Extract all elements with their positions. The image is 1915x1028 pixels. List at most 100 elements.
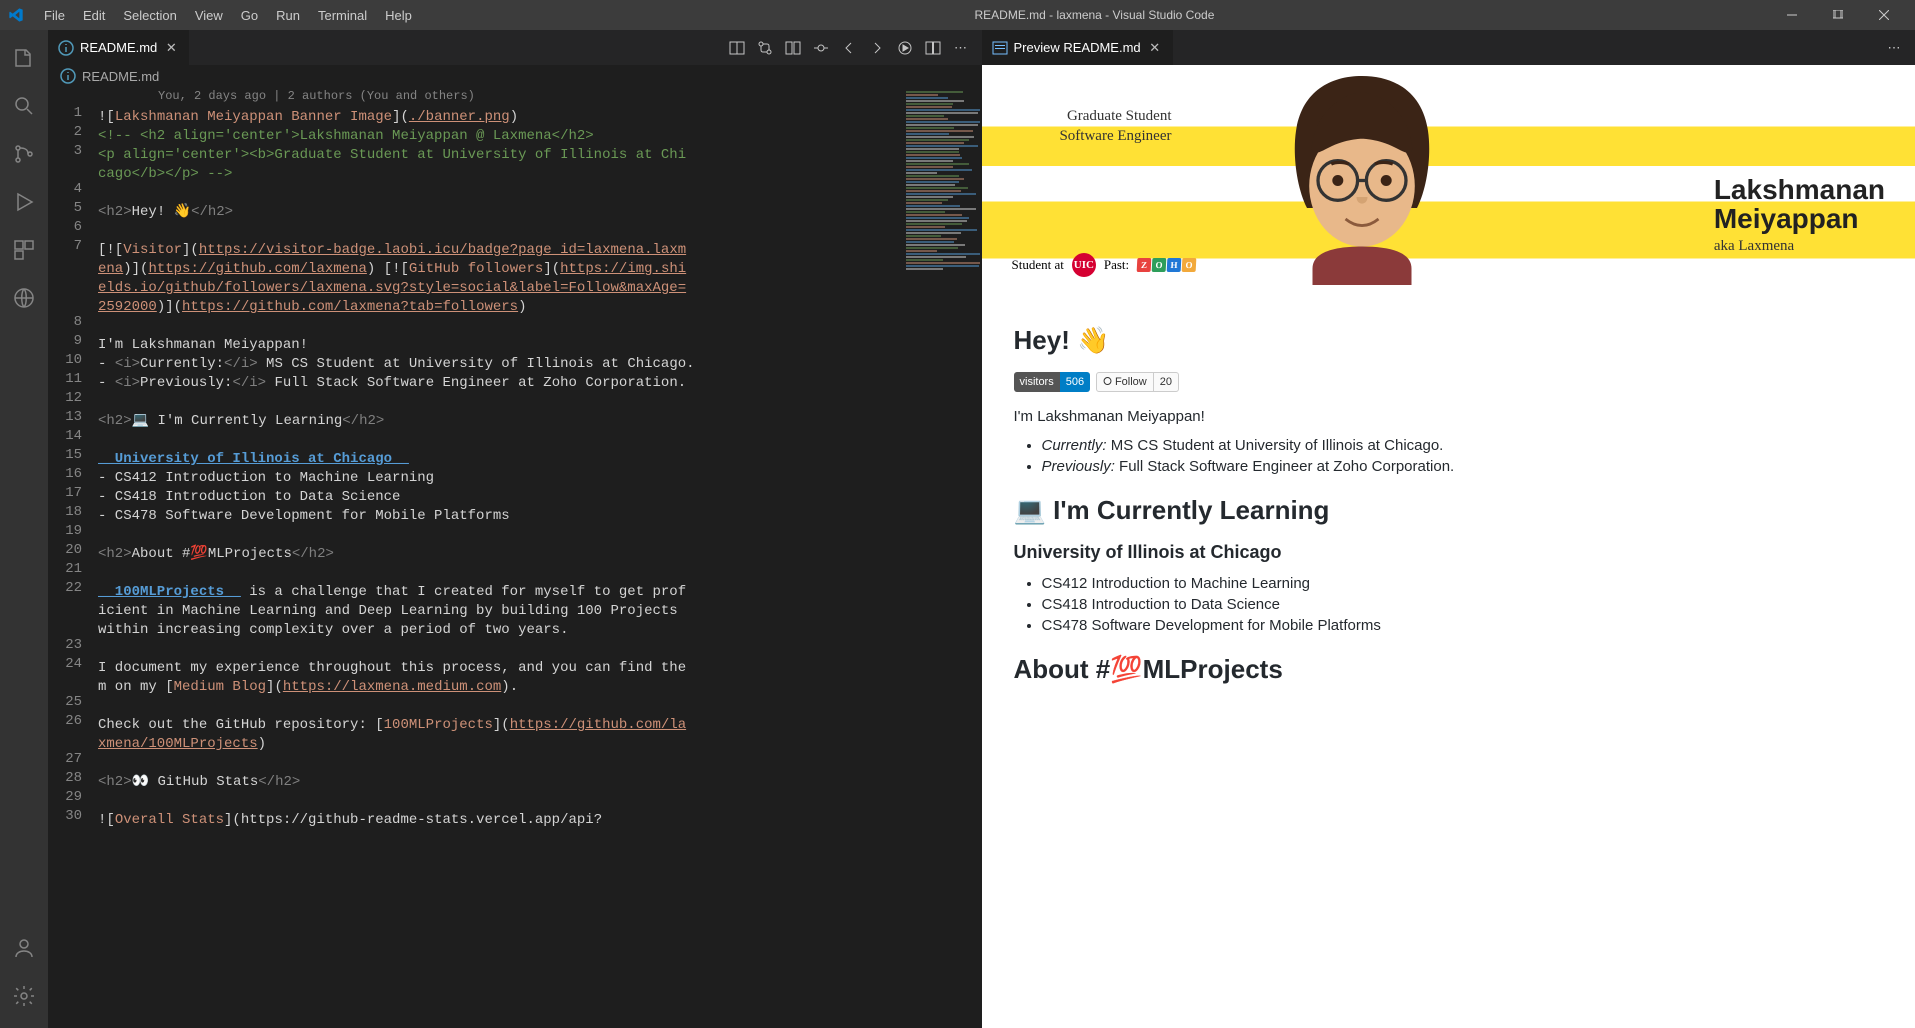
code-line[interactable] <box>98 792 982 811</box>
open-changes-icon[interactable] <box>782 37 804 59</box>
code-line[interactable] <box>98 526 982 545</box>
menu-go[interactable]: Go <box>233 4 266 27</box>
breadcrumb[interactable]: README.md <box>48 65 982 87</box>
banner-name: Meiyappan <box>1714 204 1885 233</box>
commit-icon[interactable] <box>810 37 832 59</box>
menu-selection[interactable]: Selection <box>115 4 184 27</box>
list-item: Previously: Full Stack Software Engineer… <box>1042 458 1884 475</box>
code-line[interactable] <box>98 222 982 241</box>
close-icon[interactable]: ✕ <box>163 40 179 56</box>
heading-learning: 💻 I'm Currently Learning <box>1014 495 1884 526</box>
code-editor[interactable]: 123 4567 8910111213141516171819202122 23… <box>48 87 982 1028</box>
code-line[interactable] <box>98 317 982 336</box>
preview-icon <box>992 40 1008 56</box>
maximize-button[interactable] <box>1815 0 1861 30</box>
git-compare-icon[interactable] <box>754 37 776 59</box>
code-line[interactable] <box>98 393 982 412</box>
code-line[interactable]: [![Visitor](https://visitor-badge.laobi.… <box>98 241 690 317</box>
menu-bar: FileEditSelectionViewGoRunTerminalHelp <box>36 4 420 27</box>
code-line[interactable]: <h2>👀 GitHub Stats</h2> <box>98 773 982 792</box>
heading-about: About #💯MLProjects <box>1014 654 1884 685</box>
code-line[interactable]: <h2>💻 I'm Currently Learning</h2> <box>98 412 982 431</box>
info-icon <box>60 68 76 84</box>
close-button[interactable] <box>1861 0 1907 30</box>
code-line[interactable]: ![Lakshmanan Meiyappan Banner Image](./b… <box>98 108 982 127</box>
code-line[interactable] <box>98 564 982 583</box>
tab-preview-readme[interactable]: Preview README.md ✕ <box>982 30 1173 65</box>
tab-readme[interactable]: README.md ✕ <box>48 30 190 65</box>
more-icon[interactable]: ⋯ <box>950 37 972 59</box>
code-line[interactable]: - <i>Currently:</i> MS CS Student at Uni… <box>98 355 982 374</box>
code-line[interactable]: __100MLProjects__ is a challenge that I … <box>98 583 690 640</box>
titlebar: FileEditSelectionViewGoRunTerminalHelp R… <box>0 0 1915 30</box>
settings-icon[interactable] <box>0 972 48 1020</box>
source-control-icon[interactable] <box>0 130 48 178</box>
code-line[interactable]: <p align='center'><b>Graduate Student at… <box>98 146 690 184</box>
badge-row: visitors 506 ⭘ Follow 20 <box>1014 372 1884 392</box>
activity-bar <box>0 30 48 1028</box>
split-editor-icon[interactable] <box>922 37 944 59</box>
code-line[interactable] <box>98 754 982 773</box>
code-line[interactable]: Check out the GitHub repository: [100MLP… <box>98 716 690 754</box>
heading-hey: Hey! 👋 <box>1014 325 1884 356</box>
explorer-icon[interactable] <box>0 34 48 82</box>
banner-text: Graduate Student <box>1012 107 1172 127</box>
preview-tabs: Preview README.md ✕ ⋯ <box>982 30 1915 65</box>
next-icon[interactable] <box>866 37 888 59</box>
tab-label: README.md <box>80 40 157 55</box>
banner-text: Software Engineer <box>1012 127 1172 147</box>
banner-name: Lakshmanan <box>1714 175 1885 204</box>
code-line[interactable]: I'm Lakshmanan Meiyappan! <box>98 336 982 355</box>
code-line[interactable]: <h2>About #💯MLProjects</h2> <box>98 545 982 564</box>
editor-pane-left: README.md ✕ ⋯ README.md <box>48 30 982 1028</box>
code-line[interactable]: __University of Illinois at Chicago__ <box>98 450 982 469</box>
code-line[interactable]: - CS418 Introduction to Data Science <box>98 488 982 507</box>
menu-view[interactable]: View <box>187 4 231 27</box>
menu-terminal[interactable]: Terminal <box>310 4 375 27</box>
banner-image: Graduate Student Software Engineer <box>982 65 1915 285</box>
menu-run[interactable]: Run <box>268 4 308 27</box>
code-line[interactable] <box>98 431 982 450</box>
code-line[interactable] <box>98 640 982 659</box>
list-item: CS418 Introduction to Data Science <box>1042 596 1884 613</box>
code-line[interactable]: ![Overall Stats](https://github-readme-s… <box>98 811 982 830</box>
prev-icon[interactable] <box>838 37 860 59</box>
code-line[interactable]: I document my experience throughout this… <box>98 659 690 697</box>
close-icon[interactable]: ✕ <box>1147 40 1163 56</box>
zoho-badge: ZOHO <box>1137 258 1197 272</box>
code-line[interactable] <box>98 184 982 203</box>
more-icon[interactable]: ⋯ <box>1883 37 1905 59</box>
menu-edit[interactable]: Edit <box>75 4 113 27</box>
heading-uic: University of Illinois at Chicago <box>1014 542 1884 563</box>
visitors-badge[interactable]: visitors 506 <box>1014 372 1091 392</box>
markdown-preview[interactable]: Graduate Student Software Engineer <box>982 65 1915 1028</box>
code-line[interactable]: - <i>Previously:</i> Full Stack Software… <box>98 374 982 393</box>
follow-badge[interactable]: ⭘ Follow 20 <box>1096 372 1179 392</box>
search-icon[interactable] <box>0 82 48 130</box>
minimap[interactable] <box>902 87 982 1028</box>
code-line[interactable]: - CS478 Software Development for Mobile … <box>98 507 982 526</box>
banner-text: Student at <box>1012 257 1064 273</box>
banner-aka: aka Laxmena <box>1714 238 1885 255</box>
menu-file[interactable]: File <box>36 4 73 27</box>
code-line[interactable]: <h2>Hey! 👋</h2> <box>98 203 982 222</box>
code-line[interactable] <box>98 697 982 716</box>
menu-help[interactable]: Help <box>377 4 420 27</box>
accounts-icon[interactable] <box>0 924 48 972</box>
list-item: Currently: MS CS Student at University o… <box>1042 437 1884 454</box>
minimize-button[interactable] <box>1769 0 1815 30</box>
window-title: README.md - laxmena - Visual Studio Code <box>420 8 1769 22</box>
extensions-icon[interactable] <box>0 226 48 274</box>
breadcrumb-label: README.md <box>82 69 159 84</box>
run-debug-icon[interactable] <box>0 178 48 226</box>
run-icon[interactable] <box>894 37 916 59</box>
remote-icon[interactable] <box>0 274 48 322</box>
list-item: CS478 Software Development for Mobile Pl… <box>1042 617 1884 634</box>
vscode-logo-icon <box>8 7 24 23</box>
window-controls <box>1769 0 1907 30</box>
code-line[interactable]: - CS412 Introduction to Machine Learning <box>98 469 982 488</box>
editor-pane-right: Preview README.md ✕ ⋯ Graduate Student S… <box>982 30 1915 1028</box>
git-blame-annotation: You, 2 days ago | 2 authors (You and oth… <box>98 87 982 108</box>
code-line[interactable]: <!-- <h2 align='center'>Lakshmanan Meiya… <box>98 127 982 146</box>
split-preview-icon[interactable] <box>726 37 748 59</box>
